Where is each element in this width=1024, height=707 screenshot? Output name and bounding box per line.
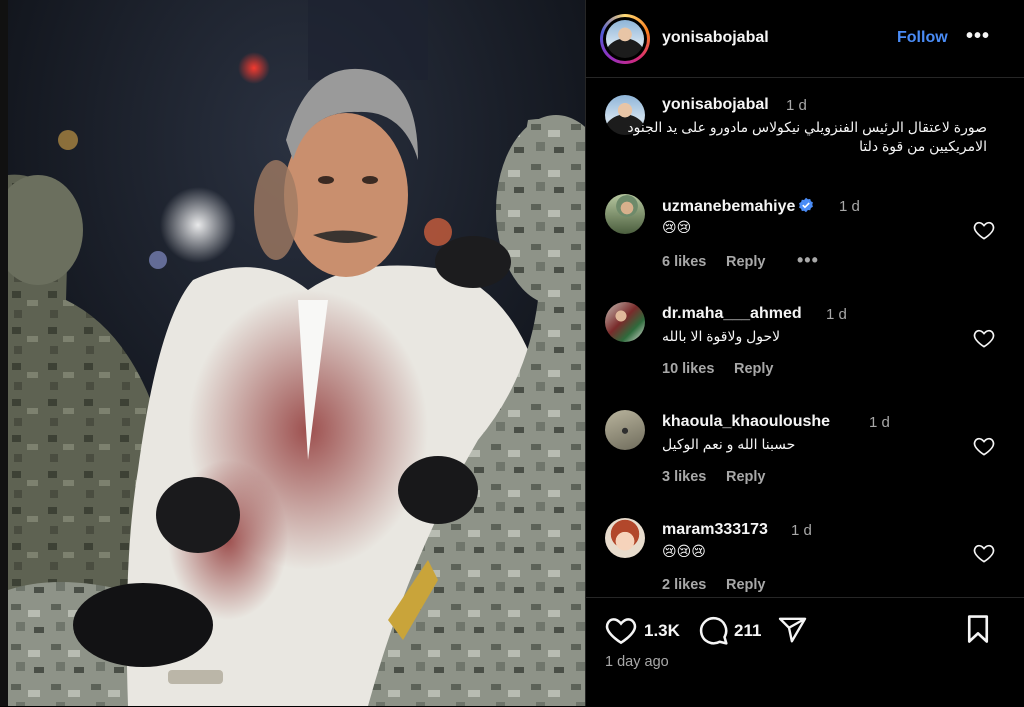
comment-avatar[interactable] bbox=[605, 302, 645, 342]
comment-likes[interactable]: 10 likes bbox=[662, 361, 714, 377]
heart-icon[interactable] bbox=[605, 615, 637, 645]
follow-button[interactable]: Follow bbox=[897, 29, 948, 47]
comment-likes[interactable]: 2 likes bbox=[662, 577, 706, 593]
post-photo-illustration bbox=[8, 0, 585, 706]
comment-reply-button[interactable]: Reply bbox=[726, 577, 766, 593]
comment-reply-button[interactable]: Reply bbox=[726, 469, 766, 485]
comment-text: لاحول ولاقوة الا بالله bbox=[662, 328, 781, 344]
comment-reply-button[interactable]: Reply bbox=[734, 361, 774, 377]
comment-like-heart-icon[interactable] bbox=[973, 328, 995, 348]
comment-icon[interactable] bbox=[697, 614, 729, 646]
post-image[interactable] bbox=[8, 0, 585, 706]
post-detail-panel: yonisabojabal Follow ••• yonisabojabal 1… bbox=[585, 0, 1024, 706]
comment-reply-button[interactable]: Reply bbox=[726, 254, 766, 270]
comment-time: 1 d bbox=[826, 306, 847, 323]
comment-text: 😢😢😢 bbox=[662, 543, 706, 559]
comment-avatar[interactable] bbox=[605, 518, 645, 558]
likes-count[interactable]: 1.3K bbox=[644, 621, 680, 641]
left-gutter bbox=[0, 0, 8, 706]
comment-text: 😢😢 bbox=[662, 219, 692, 235]
comment-like-heart-icon[interactable] bbox=[973, 220, 995, 240]
post-header: yonisabojabal Follow ••• bbox=[586, 0, 1024, 78]
verified-badge-icon bbox=[799, 197, 814, 213]
caption-username[interactable]: yonisabojabal bbox=[662, 96, 769, 114]
comment-time: 1 d bbox=[839, 198, 860, 215]
action-bar: 1.3K 211 bbox=[586, 597, 1024, 707]
comment-like-heart-icon[interactable] bbox=[973, 543, 995, 563]
comment-username[interactable]: dr.maha___ahmed bbox=[662, 305, 802, 323]
author-avatar[interactable] bbox=[606, 20, 644, 58]
comment-more-icon[interactable]: ••• bbox=[797, 250, 819, 271]
comment-username[interactable]: uzmanebemahiye bbox=[662, 197, 814, 216]
more-options-icon[interactable]: ••• bbox=[966, 26, 990, 46]
comment-likes[interactable]: 6 likes bbox=[662, 254, 706, 270]
caption-time: 1 d bbox=[786, 97, 807, 114]
comment-username[interactable]: maram333173 bbox=[662, 521, 768, 539]
bookmark-icon[interactable] bbox=[964, 614, 992, 644]
comment-like-heart-icon[interactable] bbox=[973, 436, 995, 456]
posted-time: 1 day ago bbox=[605, 654, 669, 670]
caption-text: صورة لاعتقال الرئيس الفنزويلي نيكولاس ما… bbox=[627, 119, 987, 154]
comment-avatar[interactable] bbox=[605, 194, 645, 234]
comment-text: حسبنا الله و نعم الوكيل bbox=[662, 436, 796, 452]
comment-avatar[interactable] bbox=[605, 410, 645, 450]
comment-username[interactable]: khaoula_khaouloushe bbox=[662, 413, 830, 431]
author-username[interactable]: yonisabojabal bbox=[662, 29, 769, 47]
comments-count[interactable]: 211 bbox=[734, 621, 761, 641]
comment-time: 1 d bbox=[869, 414, 890, 431]
comment-likes[interactable]: 3 likes bbox=[662, 469, 706, 485]
comment-time: 1 d bbox=[791, 522, 812, 539]
share-icon[interactable] bbox=[777, 615, 808, 645]
